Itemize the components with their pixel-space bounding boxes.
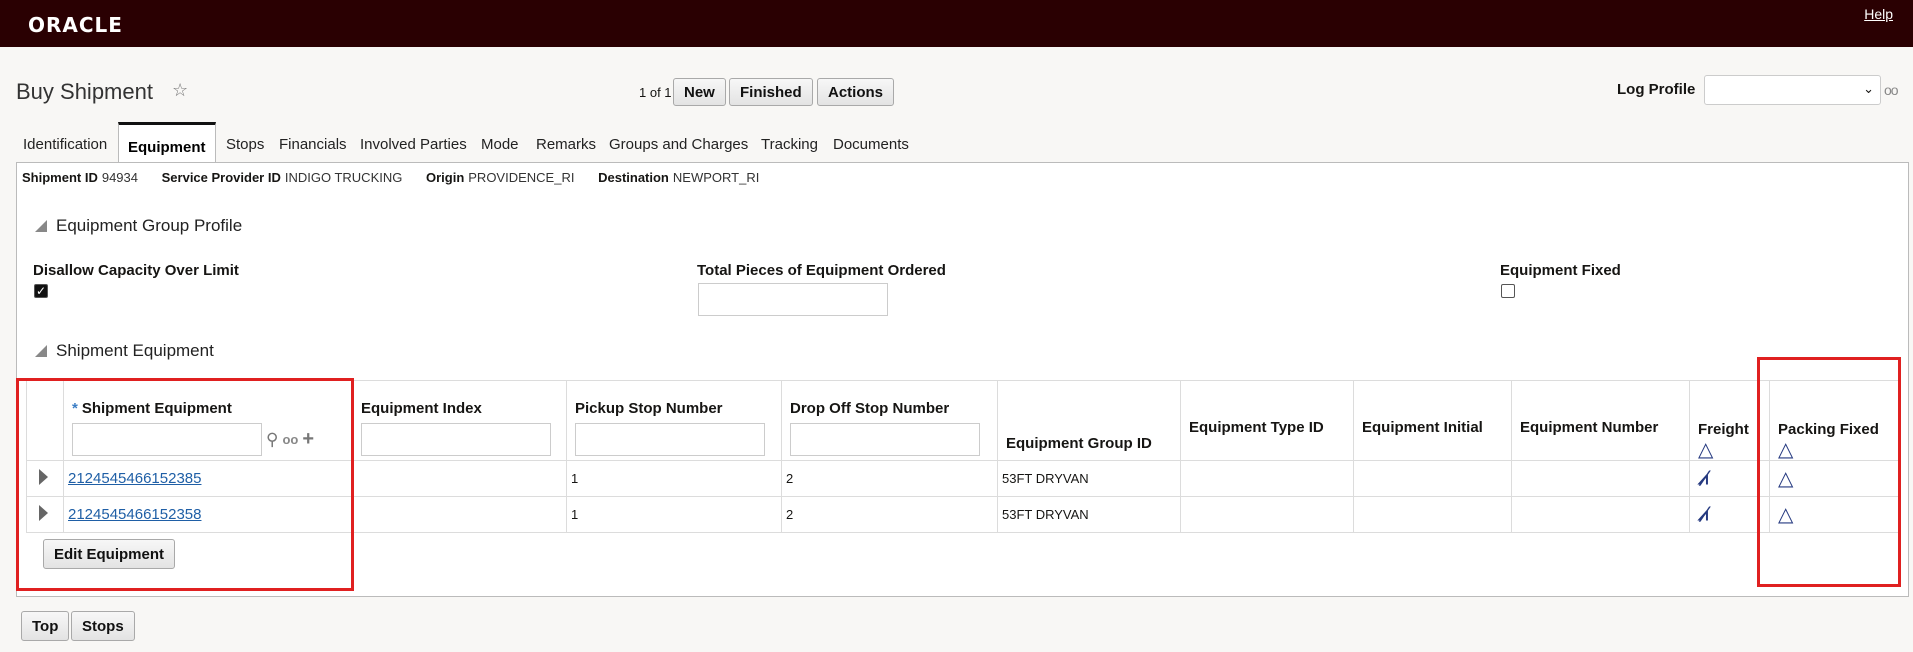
equipment-index-cell — [352, 460, 567, 497]
equipment-fixed-label: Equipment Fixed — [1500, 262, 1621, 279]
equipment-number-cell — [1511, 460, 1690, 497]
equipment-index-cell — [352, 496, 567, 533]
log-profile-select[interactable]: ⌄ — [1704, 75, 1881, 105]
provider-value: INDIGO TRUCKING — [284, 170, 403, 185]
origin-value: PROVIDENCE_RI — [468, 170, 575, 185]
equipment-initial-cell — [1353, 460, 1512, 497]
equipment-number-cell — [1511, 496, 1690, 533]
equipment-index-filter-input[interactable] — [361, 423, 551, 456]
highlight-box — [16, 378, 354, 591]
tab-documents[interactable]: Documents — [833, 136, 909, 153]
equipment-group-cell: 53FT DRYVAN — [997, 496, 1181, 533]
column-equipment-index: Equipment Index — [352, 380, 567, 461]
section-title: Shipment Equipment — [56, 341, 214, 360]
drop-off-stop-cell: 2 — [781, 460, 998, 497]
shipment-id-value: 94934 — [101, 170, 138, 185]
freight-delta-icon: △ — [1698, 439, 1714, 461]
help-link[interactable]: Help — [1864, 6, 1893, 22]
drop-off-stop-cell: 2 — [781, 496, 998, 533]
column-equipment-type-id: Equipment Type ID — [1180, 380, 1354, 461]
chevron-down-icon: ⌄ — [1863, 81, 1874, 96]
shipment-id-label: Shipment ID — [22, 170, 98, 185]
tab-stops[interactable]: Stops — [226, 136, 264, 153]
destination-value: NEWPORT_RI — [672, 170, 760, 185]
column-equipment-group-id: Equipment Group ID — [997, 380, 1181, 461]
total-pieces-input[interactable] — [698, 283, 888, 316]
column-drop-off-stop-number: Drop Off Stop Number — [781, 380, 998, 461]
top-button[interactable]: Top — [21, 611, 70, 641]
actions-button[interactable]: Actions — [817, 78, 895, 106]
collapse-triangle-icon — [35, 345, 47, 357]
equipment-group-profile-header[interactable]: Equipment Group Profile — [35, 216, 242, 236]
tab-groups-and-charges[interactable]: Groups and Charges — [609, 136, 748, 153]
tab-tracking[interactable]: Tracking — [761, 136, 818, 153]
stops-button[interactable]: Stops — [71, 611, 135, 641]
tab-involved-parties[interactable]: Involved Parties — [360, 136, 467, 153]
total-pieces-label: Total Pieces of Equipment Ordered — [697, 262, 946, 279]
destination-label: Destination — [598, 170, 669, 185]
new-button[interactable]: New — [673, 78, 726, 106]
provider-label: Service Provider ID — [161, 170, 281, 185]
tab-equipment[interactable]: Equipment — [118, 122, 216, 163]
page-title: Buy Shipment — [16, 79, 153, 104]
equipment-type-cell — [1180, 496, 1354, 533]
column-label: Equipment Initial — [1362, 419, 1483, 436]
equipment-initial-cell — [1353, 496, 1512, 533]
column-label: Equipment Type ID — [1189, 419, 1324, 436]
pickup-stop-cell: 1 — [566, 496, 782, 533]
favorite-star-icon[interactable]: ☆ — [172, 80, 188, 101]
column-pickup-stop-number: Pickup Stop Number — [566, 380, 782, 461]
log-profile-label: Log Profile — [1617, 81, 1696, 98]
column-equipment-number: Equipment Number — [1511, 380, 1690, 461]
drop-off-stop-filter-input[interactable] — [790, 423, 980, 456]
finished-button[interactable]: Finished — [729, 78, 813, 106]
top-bar: ORACLE Help — [0, 0, 1913, 47]
freight-checked-icon: ⩘̸ — [1698, 504, 1709, 524]
equipment-type-cell — [1180, 460, 1354, 497]
equipment-fixed-checkbox[interactable] — [1501, 284, 1515, 298]
tab-financials[interactable]: Financials — [279, 136, 347, 153]
tab-mode[interactable]: Mode — [481, 136, 519, 153]
disallow-capacity-label: Disallow Capacity Over Limit — [33, 262, 239, 279]
highlight-box — [1757, 357, 1901, 587]
column-label: Pickup Stop Number — [575, 400, 723, 417]
pickup-stop-cell: 1 — [566, 460, 782, 497]
column-label: Equipment Number — [1520, 419, 1659, 436]
tab-remarks[interactable]: Remarks — [536, 136, 596, 153]
disallow-capacity-checkbox[interactable]: ✓ — [34, 284, 48, 298]
column-label: Equipment Index — [361, 400, 482, 417]
column-equipment-initial: Equipment Initial — [1353, 380, 1512, 461]
section-title: Equipment Group Profile — [56, 216, 243, 235]
equipment-group-cell: 53FT DRYVAN — [997, 460, 1181, 497]
oracle-logo: ORACLE — [28, 13, 123, 37]
tab-identification[interactable]: Identification — [23, 136, 107, 153]
column-label: Equipment Group ID — [1006, 435, 1152, 452]
shipment-info-bar: Shipment ID 94934 Service Provider ID INDI… — [22, 170, 779, 185]
collapse-triangle-icon — [35, 220, 47, 232]
glasses-icon[interactable]: oo — [1884, 82, 1899, 98]
shipment-equipment-header[interactable]: Shipment Equipment — [35, 341, 214, 361]
pager-text: 1 of 1 — [639, 85, 672, 100]
origin-label: Origin — [425, 170, 465, 185]
freight-checked-icon: ⩘̸ — [1698, 468, 1709, 488]
column-label: Drop Off Stop Number — [790, 400, 950, 417]
pickup-stop-filter-input[interactable] — [575, 423, 765, 456]
